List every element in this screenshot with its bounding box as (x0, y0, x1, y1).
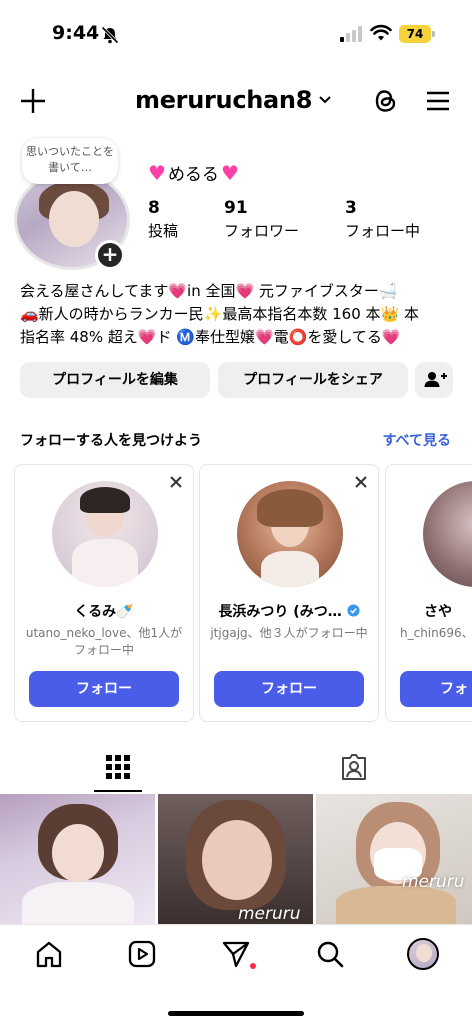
account-switcher[interactable]: meruruchan8 (135, 86, 332, 114)
posts-count: 8 (148, 198, 160, 218)
battery-level: 74 (406, 27, 424, 41)
heart-icon: ♥ (148, 160, 166, 185)
follow-button[interactable]: フォロー (214, 671, 364, 707)
bottom-nav (0, 924, 472, 1024)
stat-following[interactable]: 3 フォロー中 (345, 198, 420, 241)
post-face (202, 820, 272, 900)
send-icon[interactable] (221, 939, 251, 969)
active-tab-indicator (94, 790, 142, 792)
suggestion-name: くるみ🍼 (74, 604, 134, 620)
home-icon[interactable] (34, 939, 64, 969)
heart-icon: ♥ (220, 160, 239, 185)
bio-line: 会える屋さんしてます💗in 全国💗 元ファイブスター🛁 (20, 282, 398, 300)
battery-icon: 74 (399, 25, 431, 43)
note-bubble[interactable]: 思いついたことを書いて… (22, 138, 118, 184)
post-face (52, 824, 104, 882)
close-icon[interactable] (354, 475, 368, 489)
avatar-face (49, 191, 99, 247)
suggestion-avatar[interactable] (52, 481, 158, 587)
following-count: 3 (345, 198, 357, 218)
profile-tabs (0, 744, 472, 794)
post-thumbnail[interactable] (0, 794, 155, 924)
username: meruruchan8 (135, 86, 313, 114)
profile-header: meruruchan8 (0, 78, 472, 126)
bio-line: 🚗新人の時からランカー民✨最高本指名本数 160 本👑 本 (20, 305, 419, 323)
post-thumbnail[interactable]: meruru (158, 794, 313, 924)
search-icon[interactable] (315, 939, 345, 969)
suggestion-card[interactable]: くるみ🍼 utano_neko_love、他1人がフォロー中 フォロー (14, 464, 194, 722)
suggestion-subtitle: jtjgajg、他３人がフォロー中 (210, 626, 368, 640)
suggestion-name-text: 長浜みつり (みつ… (218, 604, 342, 620)
avatar-body (72, 539, 138, 587)
posts-label: 投稿 (148, 222, 179, 240)
battery-cap (432, 31, 435, 37)
following-label: フォロー中 (345, 222, 421, 240)
followers-count: 91 (224, 198, 248, 218)
status-bar: 9:44 74 (0, 0, 472, 70)
avatar-body (261, 551, 319, 587)
avatar-face (416, 944, 432, 962)
suggestions-title: フォローする人を見つけよう (20, 433, 202, 449)
suggestion-card[interactable]: 長浜みつり (みつ… jtjgajg、他３人がフォロー中 フォロー (199, 464, 379, 722)
follow-button[interactable]: フォロー (29, 671, 179, 707)
see-all-link[interactable]: すべて見る (383, 430, 451, 450)
bell-slash-icon (101, 26, 119, 44)
wifi-icon (370, 24, 392, 41)
grid-icon[interactable] (105, 754, 131, 780)
add-user-button[interactable] (415, 362, 453, 398)
display-name-text: めるる (167, 165, 219, 185)
post-thumbnail[interactable]: meruru (316, 794, 472, 924)
threads-icon[interactable] (372, 87, 400, 115)
note-text: 思いついたことを書いて… (26, 145, 114, 174)
chevron-down-icon (319, 96, 331, 104)
suggestion-name: さや (424, 604, 452, 620)
add-user-icon (424, 372, 447, 387)
avatar-hair (80, 487, 130, 513)
close-icon[interactable] (169, 475, 183, 489)
stat-followers[interactable]: 91 フォロワー (224, 198, 299, 241)
tagged-icon[interactable] (340, 753, 368, 781)
post-outfit (22, 882, 134, 924)
profile-avatar[interactable] (407, 938, 439, 970)
suggestion-subtitle: h_chin696、他フォロ (400, 626, 472, 640)
suggestion-avatar[interactable] (423, 481, 472, 587)
add-story-button[interactable]: + (95, 240, 125, 270)
signal-icon (340, 26, 362, 42)
follow-button[interactable]: フォ (400, 671, 472, 707)
suggestion-avatar[interactable] (237, 481, 343, 587)
suggestion-card[interactable]: さや h_chin696、他フォロ フォ (385, 464, 472, 722)
reels-icon[interactable] (127, 939, 157, 969)
edit-profile-button[interactable]: プロフィールを編集 (20, 362, 210, 398)
bio-line: 指名率 48% 超え💗ド Ⓜ️奉仕型嬢💗電⭕️を愛してる💗 (20, 328, 401, 346)
home-indicator (168, 1011, 304, 1016)
followers-label: フォロワー (224, 222, 300, 240)
stat-posts[interactable]: 8 投稿 (148, 198, 178, 241)
display-name: ♥ めるる ♥ (148, 160, 239, 186)
avatar-hair (257, 489, 323, 527)
menu-icon[interactable] (425, 90, 451, 112)
suggestion-subtitle: utano_neko_love、他1人がフォロー中 (25, 626, 183, 657)
share-profile-button[interactable]: プロフィールをシェア (218, 362, 408, 398)
suggestion-name: 長浜みつり (みつ… (200, 601, 378, 621)
notification-dot (250, 963, 256, 969)
bio: 会える屋さんしてます💗in 全国💗 元ファイブスター🛁 🚗新人の時からランカー民… (20, 280, 460, 349)
verified-badge-icon (347, 604, 360, 617)
plus-icon[interactable] (20, 88, 46, 114)
post-watermark: meruru (238, 904, 301, 924)
post-watermark: meruru (402, 872, 465, 892)
status-time: 9:44 (52, 22, 100, 44)
